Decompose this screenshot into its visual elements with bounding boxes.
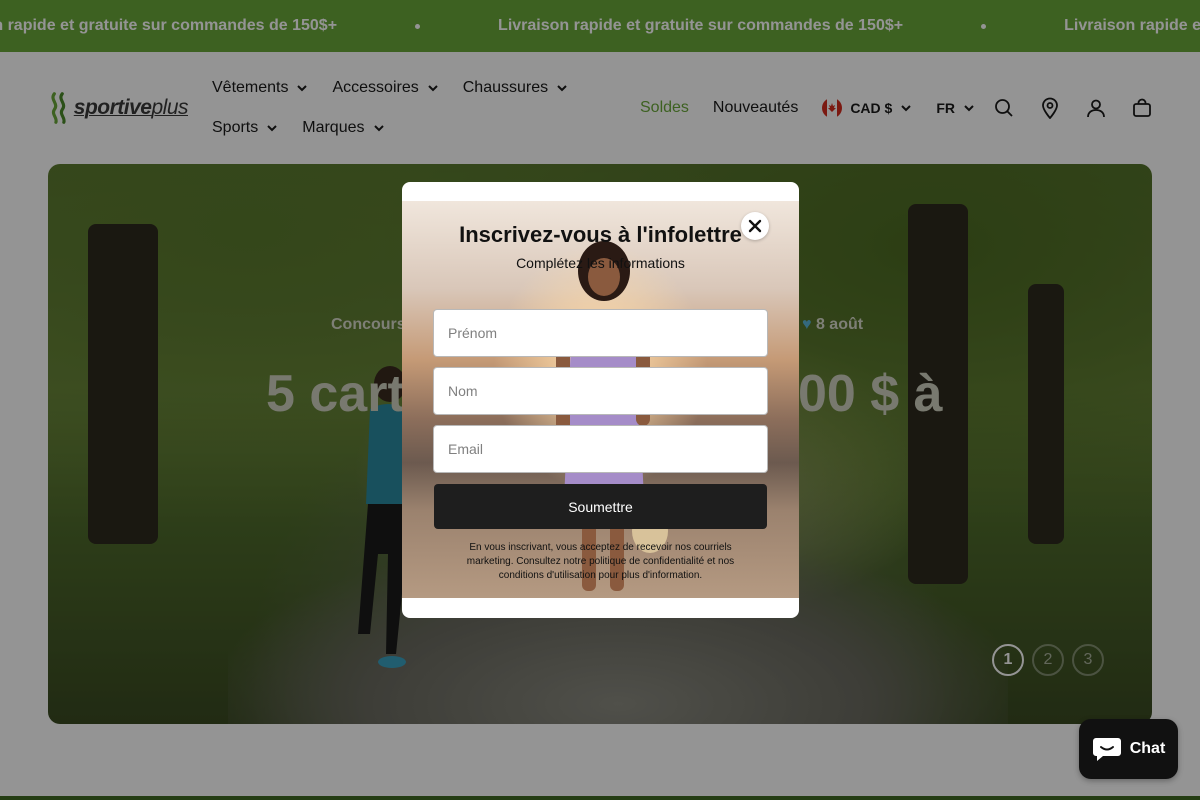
chat-bubble-icon — [1092, 738, 1121, 761]
modal-title: Inscrivez-vous à l'infolettre — [459, 222, 742, 247]
close-icon — [748, 219, 762, 233]
legal-disclaimer: En vous inscrivant, vous acceptez de rec… — [466, 542, 735, 581]
last-name-field[interactable] — [433, 367, 768, 415]
first-name-field[interactable] — [433, 309, 768, 357]
chat-button[interactable]: Chat — [1079, 719, 1178, 779]
email-field[interactable] — [433, 425, 768, 473]
submit-button[interactable]: Soumettre — [434, 484, 767, 529]
close-modal-button[interactable] — [741, 212, 769, 240]
modal-subtitle: Complétez les informations — [516, 255, 685, 271]
newsletter-modal: Inscrivez-vous à l'infolettre Complétez … — [402, 182, 799, 618]
chat-label: Chat — [1129, 740, 1166, 757]
